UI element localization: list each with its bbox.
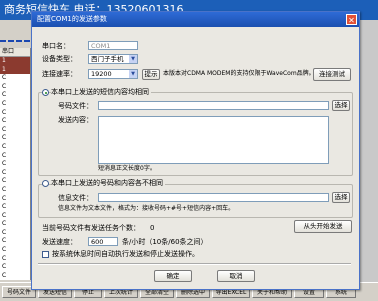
port-list-row[interactable]: C xyxy=(0,134,30,143)
length-note: 短消息正文长度0字。 xyxy=(98,165,156,172)
port-name-field: COM1 xyxy=(88,41,138,50)
port-list-row[interactable]: C xyxy=(0,83,30,92)
port-list-row[interactable]: C xyxy=(0,74,30,83)
port-list-row[interactable]: C xyxy=(0,126,30,135)
speed-input[interactable]: 600 xyxy=(88,237,118,246)
close-icon[interactable]: ✕ xyxy=(346,14,357,25)
port-list-row[interactable]: C xyxy=(0,186,30,195)
port-list-row[interactable]: C xyxy=(0,160,30,169)
connect-test-button[interactable]: 连接测试 xyxy=(313,68,351,81)
dialog-title: 配置COM1的发送参数 xyxy=(32,12,359,27)
baud-rate-label: 连接速率： xyxy=(42,70,77,78)
number-file-label: 号码文件： xyxy=(58,102,93,110)
choose-info-file-button[interactable]: 选择 xyxy=(332,192,350,203)
right-panel xyxy=(360,20,378,282)
pending-count: 0 xyxy=(150,224,155,232)
chevron-down-icon: ▼ xyxy=(129,55,137,63)
pending-label: 当前号码文件有发送任务个数： xyxy=(42,224,140,232)
content-label: 发送内容： xyxy=(58,116,93,124)
chevron-down-icon: ▼ xyxy=(129,70,137,78)
port-list-header: 串口 xyxy=(0,48,30,57)
app-tab-strip xyxy=(0,40,30,48)
port-list-row[interactable]: C xyxy=(0,212,30,221)
device-type-select[interactable]: 西门子手机 ▼ xyxy=(88,54,138,64)
port-list-row[interactable]: C xyxy=(0,143,30,152)
restart-send-button[interactable]: 从头开始发送 xyxy=(294,220,352,233)
port-list-row[interactable]: 1 xyxy=(0,65,30,75)
port-list-row[interactable]: C xyxy=(0,263,30,272)
auto-continue-label: 按系统休息时间自动执行发送和停止发送操作。 xyxy=(52,250,199,258)
com-config-dialog: 配置COM1的发送参数 ✕ 串口名： COM1 设备类型： 西门子手机 ▼ 连接… xyxy=(31,11,360,290)
port-list-row[interactable]: C xyxy=(0,195,30,204)
hint-button[interactable]: 提示 xyxy=(142,69,160,80)
baud-rate-select[interactable]: 19200 ▼ xyxy=(88,69,138,79)
support-note: 本版本对CDMA MODEM的支持仅限于WaveCom品牌。 xyxy=(163,70,315,77)
port-list-row[interactable]: C xyxy=(0,177,30,186)
port-name-label: 串口名： xyxy=(42,42,70,50)
port-list-row[interactable]: C xyxy=(0,272,30,281)
port-list-row[interactable]: C xyxy=(0,229,30,238)
port-list-row[interactable]: C xyxy=(0,152,30,161)
port-list-row[interactable]: 1 xyxy=(0,57,30,66)
port-list-row[interactable]: C xyxy=(0,100,30,109)
same-content-radio[interactable] xyxy=(42,89,49,96)
port-list-row[interactable]: C xyxy=(0,246,30,255)
choose-number-file-button[interactable]: 选择 xyxy=(332,100,350,111)
speed-unit: 条/小时（10条/60条之间） xyxy=(122,238,208,246)
port-list-row[interactable]: C xyxy=(0,203,30,212)
port-list-row[interactable]: C xyxy=(0,237,30,246)
diff-content-radio[interactable] xyxy=(42,180,49,187)
number-file-input[interactable] xyxy=(98,101,329,110)
port-list-row[interactable]: C xyxy=(0,255,30,264)
speed-label: 发送速度： xyxy=(42,238,77,246)
port-list[interactable]: 串口 11CCCCCCCCCCCCCCCCCCCCCCCC xyxy=(0,48,31,280)
info-file-label: 信息文件： xyxy=(58,194,93,202)
info-file-input[interactable] xyxy=(98,193,329,202)
content-textarea[interactable] xyxy=(98,116,329,164)
port-list-row[interactable]: C xyxy=(0,117,30,126)
device-type-label: 设备类型： xyxy=(42,55,77,63)
cancel-button[interactable]: 取消 xyxy=(217,270,255,282)
baud-rate-value: 19200 xyxy=(91,70,112,78)
port-list-row[interactable]: C xyxy=(0,169,30,178)
format-note: 信息文件为文本文件，格式为：接收号码+#号+短信内容+回车。 xyxy=(58,205,235,212)
port-list-row[interactable]: C xyxy=(0,220,30,229)
divider xyxy=(38,263,351,265)
auto-continue-checkbox[interactable] xyxy=(42,251,49,258)
port-list-row[interactable]: C xyxy=(0,91,30,100)
port-list-row[interactable]: C xyxy=(0,109,30,118)
diff-content-label: 本串口上发送的号码和内容各不相同 xyxy=(51,178,165,188)
ok-button[interactable]: 确定 xyxy=(154,270,192,282)
device-type-value: 西门子手机 xyxy=(91,55,124,63)
same-content-label: 本串口上发送的短信内容均相同 xyxy=(51,87,151,97)
